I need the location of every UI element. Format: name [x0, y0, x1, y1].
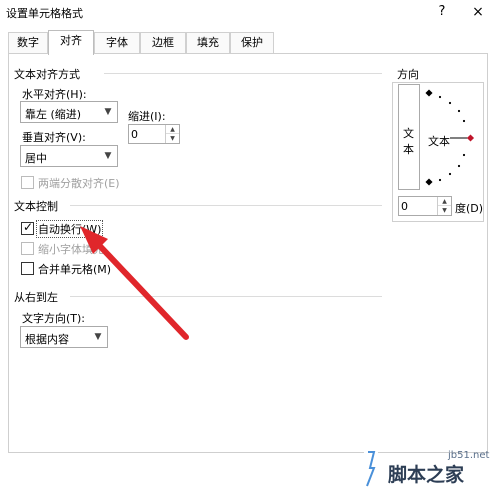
dial-text: 文本 [428, 135, 450, 148]
close-button[interactable]: × [466, 3, 490, 21]
section-divider [70, 205, 382, 206]
merge-cells-label: 合并单元格(M) [38, 263, 112, 276]
orientation-section-label: 方向 [397, 68, 419, 81]
help-button[interactable]: ? [430, 3, 454, 21]
text-control-section-label: 文本控制 [14, 200, 58, 213]
spin-down-icon[interactable]: ▼ [438, 206, 451, 215]
vertical-text-toggle[interactable]: 文 本 [398, 84, 420, 190]
distributed-checkbox[interactable] [21, 176, 34, 189]
tab-fill[interactable]: 填充 [186, 32, 230, 54]
shrink-to-fit-checkbox[interactable] [21, 242, 34, 255]
wrap-text-label: 自动换行(W) [36, 220, 104, 238]
merge-cells-checkbox[interactable] [21, 262, 34, 275]
spin-up-icon[interactable]: ▲ [438, 197, 451, 206]
section-divider [104, 73, 382, 74]
vertical-alignment-label: 垂直对齐(V): [22, 131, 86, 144]
distributed-label: 两端分散对齐(E) [38, 177, 120, 190]
indent-label: 缩进(I): [128, 110, 166, 123]
spin-up-icon[interactable]: ▲ [166, 125, 179, 134]
rtl-section-label: 从右到左 [14, 291, 58, 304]
section-divider [70, 296, 382, 297]
dialog-title: 设置单元格格式 [6, 7, 83, 20]
checkmark-icon: ✓ [23, 220, 34, 234]
degree-spinner[interactable]: ▲ ▼ [398, 196, 452, 216]
degree-label: 度(D) [455, 202, 484, 215]
degree-spin-buttons: ▲ ▼ [437, 197, 451, 215]
degree-input[interactable] [401, 198, 431, 214]
tab-font[interactable]: 字体 [94, 32, 140, 54]
text-direction-value: 根据内容 [25, 333, 69, 346]
indent-spinner[interactable]: ▲ ▼ [128, 124, 180, 144]
vertical-alignment-value: 居中 [25, 152, 47, 165]
text-direction-label: 文字方向(T): [22, 312, 86, 325]
text-direction-select[interactable]: 根据内容 ▼ [20, 326, 108, 348]
indent-spin-buttons: ▲ ▼ [165, 125, 179, 143]
chevron-down-icon: ▼ [104, 151, 112, 161]
shrink-to-fit-label: 缩小字体填充 [38, 243, 104, 256]
wrap-text-checkbox[interactable]: ✓ [21, 220, 34, 235]
vertical-text-char-2: 本 [403, 143, 414, 156]
tab-protection[interactable]: 保护 [230, 32, 274, 54]
chevron-down-icon: ▼ [94, 332, 102, 342]
spin-down-icon[interactable]: ▼ [166, 134, 179, 143]
horizontal-alignment-select[interactable]: 靠左 (缩进) ▼ [20, 101, 118, 123]
tab-border[interactable]: 边框 [140, 32, 186, 54]
tab-alignment[interactable]: 对齐 [48, 30, 94, 55]
text-alignment-section-label: 文本对齐方式 [14, 68, 80, 81]
vertical-text-char-1: 文 [403, 127, 414, 140]
watermark-text: 脚本之家 [388, 464, 465, 486]
indent-input[interactable] [131, 126, 161, 142]
tab-number[interactable]: 数字 [8, 32, 48, 54]
vertical-alignment-select[interactable]: 居中 ▼ [20, 145, 118, 167]
horizontal-alignment-value: 靠左 (缩进) [25, 108, 82, 121]
horizontal-alignment-label: 水平对齐(H): [22, 88, 87, 101]
chevron-down-icon: ▼ [104, 107, 112, 117]
title-bar: 设置单元格格式 ? × [0, 0, 500, 24]
